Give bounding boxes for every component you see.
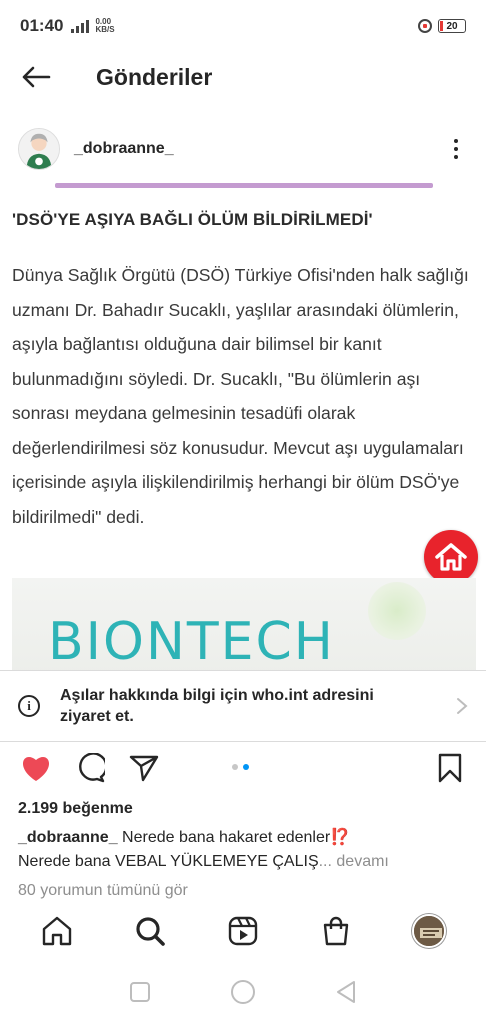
divider-line — [55, 183, 433, 188]
save-button[interactable] — [432, 750, 468, 786]
caption-more-link[interactable]: ... devamı — [319, 853, 389, 870]
search-icon — [136, 917, 165, 946]
back-triangle-icon[interactable] — [335, 980, 357, 1004]
post-body-text: Dünya Sağlık Örgütü (DSÖ) Türkiye Ofisi'… — [12, 265, 469, 527]
recents-square-icon[interactable] — [129, 981, 151, 1003]
info-icon: i — [18, 695, 40, 717]
battery-level: 20 — [446, 20, 458, 32]
chevron-right-icon — [457, 698, 468, 714]
page-title: Gönderiler — [96, 63, 213, 90]
caption-line2: Nerede bana VEBAL YÜKLEMEYE ÇALIŞ — [18, 853, 319, 870]
caption-line1: Nerede bana hakaret edenler⁉️ — [117, 829, 351, 846]
profile-icon — [412, 914, 447, 948]
post-heading: 'DSÖ'YE AŞIYA BAĞLI ÖLÜM BİLDİRİLMEDİ' — [12, 210, 373, 229]
glow-decoration — [368, 582, 426, 640]
post-header: _dobraanne_ — [0, 124, 486, 174]
more-options-button[interactable] — [444, 134, 468, 164]
heart-icon — [22, 756, 50, 781]
home-icon — [42, 916, 71, 946]
status-bar: 01:40 0.00 KB/S 20 — [0, 0, 486, 52]
biontech-photo: BIONTECH — [12, 578, 476, 670]
post-username[interactable]: _dobraanne_ — [74, 140, 174, 158]
info-banner-text: Aşılar hakkında bilgi için who.int adres… — [60, 687, 374, 725]
send-icon — [129, 755, 159, 782]
tab-search[interactable] — [126, 907, 174, 955]
bookmark-icon — [438, 753, 462, 783]
comment-button[interactable] — [72, 750, 108, 786]
network-speed: 0.00 KB/S — [95, 18, 114, 34]
tab-home[interactable] — [33, 907, 81, 955]
view-comments-link[interactable]: 80 yorumun tümünü gör — [18, 882, 188, 900]
home-circle-icon[interactable] — [230, 979, 256, 1005]
caption-username[interactable]: _dobraanne_ — [18, 829, 118, 846]
share-button[interactable] — [126, 750, 162, 786]
post-caption: _dobraanne_ Nerede bana hakaret edenler⁉… — [18, 826, 474, 874]
status-time: 01:40 — [20, 16, 64, 35]
top-nav: Gönderiler — [0, 52, 486, 102]
post-image[interactable]: 'DSÖ'YE AŞIYA BAĞLI ÖLÜM BİLDİRİLMEDİ' D… — [0, 180, 486, 670]
covid-info-banner[interactable]: i Aşılar hakkında bilgi için who.int adr… — [0, 670, 486, 742]
likes-count[interactable]: 2.199 beğenme — [18, 800, 133, 818]
system-nav-bar — [0, 960, 486, 1024]
more-dots-icon — [454, 139, 458, 143]
signal-icon — [71, 19, 90, 33]
comment-icon — [79, 753, 105, 783]
arrow-left-icon — [22, 66, 51, 88]
carousel-indicator — [232, 764, 249, 770]
carousel-dot — [232, 764, 238, 770]
back-button[interactable] — [0, 52, 72, 102]
battery-icon: 20 — [438, 19, 466, 33]
tab-shop[interactable] — [312, 907, 360, 955]
carousel-dot-active — [243, 764, 249, 770]
home-badge-icon — [424, 530, 478, 584]
like-button[interactable] — [18, 750, 54, 786]
bottom-tab-bar — [0, 902, 486, 960]
biontech-logo-text: BIONTECH — [48, 612, 335, 670]
tab-profile[interactable] — [405, 907, 453, 955]
tab-reels[interactable] — [219, 907, 267, 955]
reels-icon — [228, 916, 258, 946]
avatar[interactable] — [18, 128, 60, 170]
post-actions — [0, 748, 486, 788]
shop-icon — [323, 916, 349, 946]
network-speed-unit: KB/S — [95, 25, 115, 34]
avatar-illustration-icon — [19, 129, 59, 169]
rotation-lock-icon — [418, 19, 432, 33]
